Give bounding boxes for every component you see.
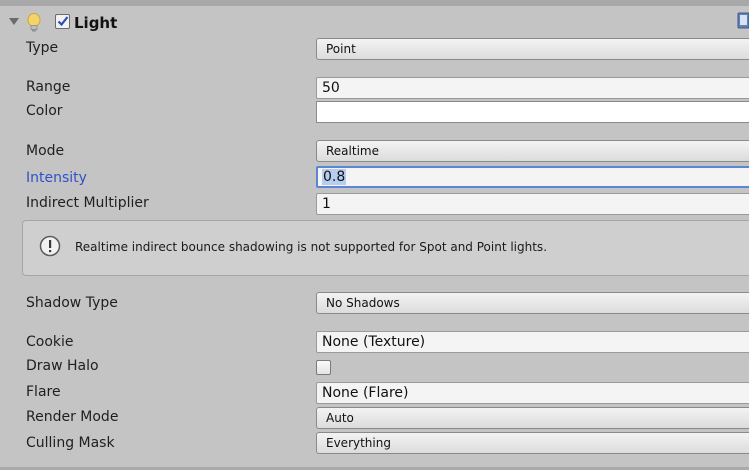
cookie-object-field[interactable]: None (Texture) [316, 331, 749, 353]
range-field[interactable]: 50 [316, 77, 749, 99]
light-inspector-panel: Light Type Point Range 50 Color Mode Rea… [0, 0, 749, 470]
checkmark-icon [57, 16, 69, 27]
flare-label: Flare [26, 384, 61, 400]
indirect-multiplier-label: Indirect Multiplier [26, 195, 149, 211]
info-icon [39, 235, 61, 257]
type-dropdown[interactable]: Point [316, 38, 749, 60]
cookie-label: Cookie [26, 334, 74, 350]
draw-halo-label: Draw Halo [26, 358, 99, 374]
color-label: Color [26, 103, 63, 119]
color-picker-field[interactable] [316, 101, 749, 123]
mode-label: Mode [26, 143, 65, 159]
culling-mask-dropdown[interactable]: Everything [316, 432, 749, 454]
render-mode-label: Render Mode [26, 409, 119, 425]
culling-mask-label: Culling Mask [26, 435, 115, 451]
intensity-field[interactable]: 0.8 [316, 166, 749, 188]
indirect-multiplier-field[interactable]: 1 [316, 193, 749, 215]
light-bulb-icon [27, 13, 41, 32]
shadow-type-dropdown[interactable]: No Shadows [316, 292, 749, 314]
range-label: Range [26, 79, 71, 95]
type-label: Type [26, 40, 59, 56]
component-title: Light [74, 14, 118, 32]
top-divider [0, 0, 749, 6]
intensity-label: Intensity [26, 170, 87, 186]
intensity-value: 0.8 [322, 169, 347, 185]
component-header[interactable]: Light [0, 8, 749, 36]
help-message: Realtime indirect bounce shadowing is no… [75, 240, 548, 254]
mode-dropdown[interactable]: Realtime [316, 140, 749, 162]
draw-halo-checkbox[interactable] [316, 360, 331, 375]
shadow-type-label: Shadow Type [26, 295, 118, 311]
flare-object-field[interactable]: None (Flare) [316, 382, 749, 404]
help-book-icon[interactable] [737, 12, 749, 30]
component-enabled-checkbox[interactable] [55, 14, 70, 29]
foldout-arrow-icon[interactable] [9, 18, 19, 25]
render-mode-dropdown[interactable]: Auto [316, 407, 749, 429]
help-box: Realtime indirect bounce shadowing is no… [22, 220, 749, 276]
